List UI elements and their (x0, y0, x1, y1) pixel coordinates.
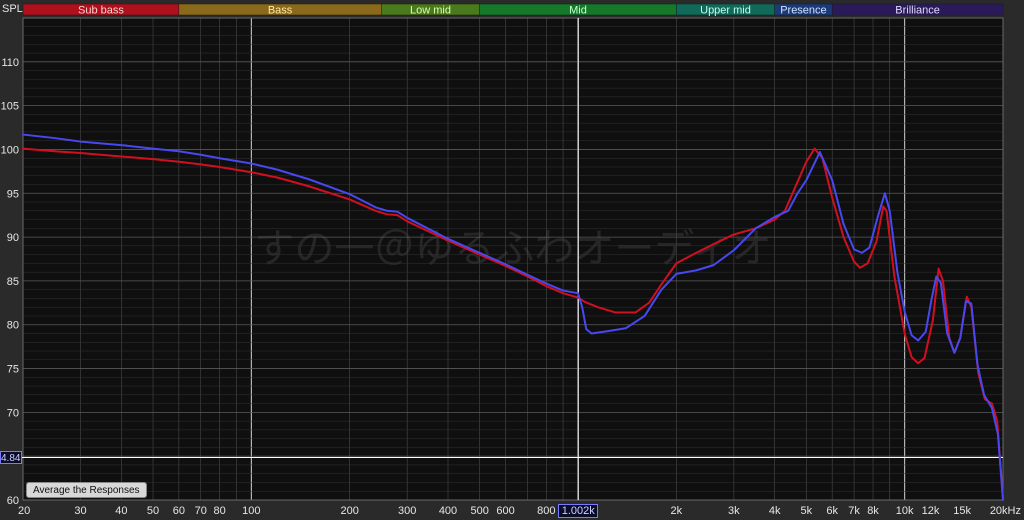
x-tick-label: 5k (801, 505, 813, 517)
x-tick-label: 100 (242, 505, 260, 517)
band-label: Upper mid (700, 5, 751, 17)
x-tick-label: 200 (340, 505, 358, 517)
x-tick-label: 50 (147, 505, 159, 517)
band-label: Mid (569, 5, 587, 17)
x-tick-label: 30 (74, 505, 86, 517)
frequency-response-chart[interactable]: Sub bass Bass Low mid Mid Upper mid Presence B… (0, 0, 1024, 520)
x-tick-label: 800 (537, 505, 555, 517)
y-tick-label: 85 (7, 276, 19, 288)
average-responses-button[interactable]: Average the Responses (26, 482, 147, 498)
cursor-x-readout: 1.002k (558, 504, 599, 518)
band-label: Presence (780, 5, 826, 17)
x-tick-label: 8k (867, 505, 879, 517)
band-label: Bass (268, 5, 293, 17)
x-tick-label: 4k (769, 505, 781, 517)
x-tick-label: 6k (826, 505, 838, 517)
band-label: Brilliance (895, 5, 940, 17)
x-tick-label: 12k (922, 505, 940, 517)
x-tick-label: 7k (848, 505, 860, 517)
x-tick-label: 3k (728, 505, 740, 517)
x-tick-label: 300 (398, 505, 416, 517)
y-tick-label: 110 (1, 57, 19, 69)
y-axis-label: SPL (2, 3, 23, 15)
frequency-response-app: Sub bass Bass Low mid Mid Upper mid Presence B… (0, 0, 1024, 520)
y-tick-label: 100 (1, 144, 19, 156)
band-label: Sub bass (78, 5, 124, 17)
y-tick-label: 75 (7, 364, 19, 376)
x-tick-label: 40 (115, 505, 127, 517)
x-tick-label: 70 (195, 505, 207, 517)
y-tick-label: 70 (7, 407, 19, 419)
x-tick-label: 600 (496, 505, 514, 517)
x-tick-label: 20 (18, 505, 30, 517)
x-tick-label: 500 (470, 505, 488, 517)
x-tick-label: 60 (173, 505, 185, 517)
y-tick-label: 90 (7, 232, 19, 244)
watermark-text: すの一＠ゆるふわオーディオ (254, 226, 771, 272)
cursor-y-readout: 4.84 (0, 451, 22, 464)
y-tick-label: 95 (7, 188, 19, 200)
x-tick-label: 20kHz (990, 505, 1021, 517)
y-tick-label: 105 (1, 101, 19, 113)
band-label: Low mid (410, 5, 451, 17)
y-tick-label: 80 (7, 320, 19, 332)
x-tick-label: 10k (896, 505, 914, 517)
x-tick-label: 80 (214, 505, 226, 517)
x-tick-label: 400 (439, 505, 457, 517)
x-tick-label: 15k (953, 505, 971, 517)
x-tick-label: 2k (671, 505, 683, 517)
